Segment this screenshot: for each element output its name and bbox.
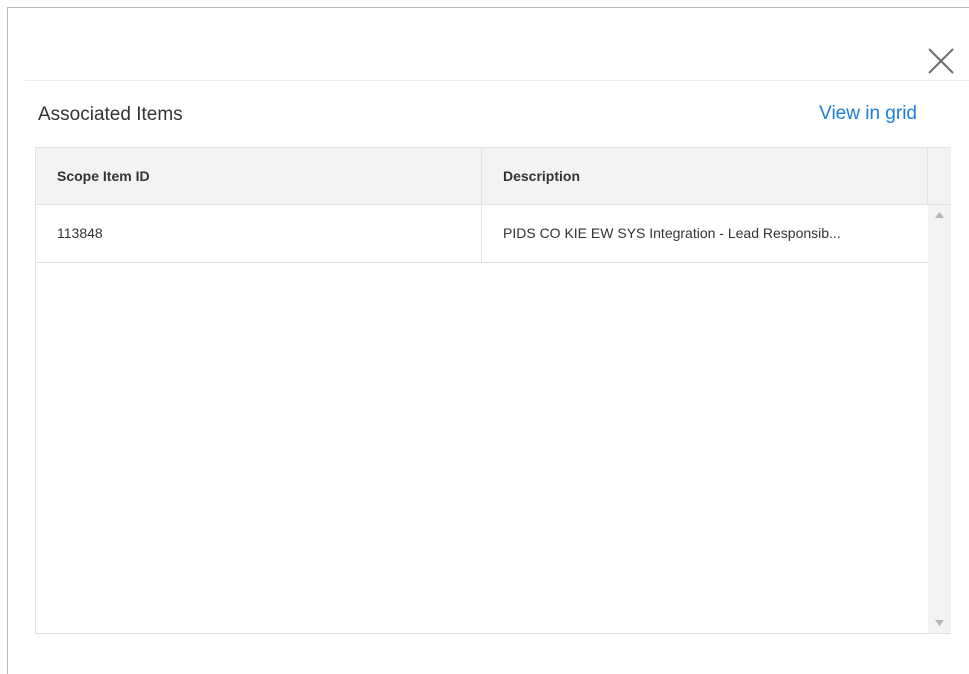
close-icon [928,48,954,74]
caret-down-icon [935,620,944,626]
header-divider [25,80,969,81]
cell-description: PIDS CO KIE EW SYS Integration - Lead Re… [503,225,841,241]
table-row[interactable]: 113848 PIDS CO KIE EW SYS Integration - … [36,205,928,263]
table-bottom-border [35,633,951,634]
column-header-description[interactable]: Description [482,148,928,204]
associated-items-table: Scope Item ID Description 113848 PIDS CO… [35,147,951,633]
scroll-up-button[interactable] [928,205,951,225]
column-header-scope-item-id[interactable]: Scope Item ID [36,148,482,204]
associated-items-dialog: Associated Items View in grid Scope Item… [7,7,969,674]
caret-up-icon [935,212,944,218]
column-header-spacer [928,148,951,204]
cell-scope-item-id: 113848 [36,205,482,262]
view-in-grid-link[interactable]: View in grid [819,102,917,126]
table-header: Scope Item ID Description [36,147,951,205]
vertical-scrollbar[interactable] [928,205,951,633]
close-button[interactable] [926,46,956,76]
scroll-down-button[interactable] [928,613,951,633]
section-title: Associated Items [38,104,183,125]
